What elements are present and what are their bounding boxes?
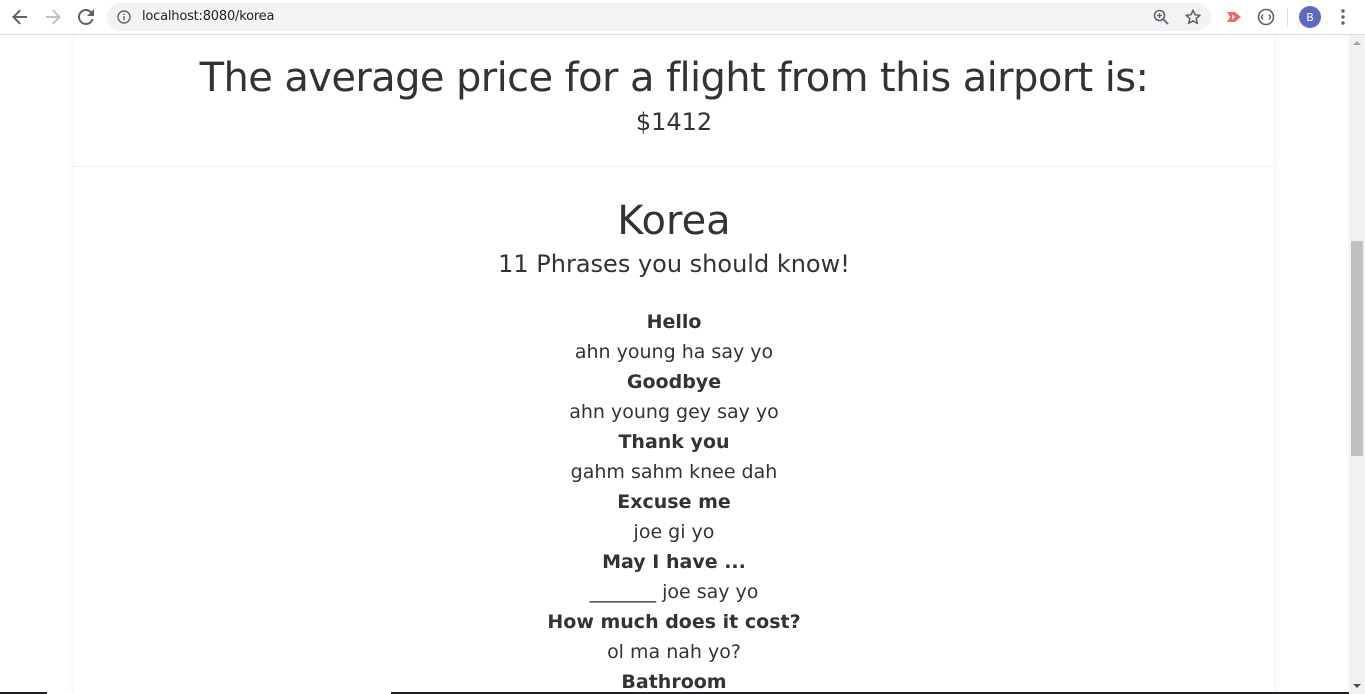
phrase-english: Goodbye [626, 371, 722, 393]
star-icon[interactable] [1185, 9, 1201, 25]
phrase-english: May I have ... [602, 551, 746, 573]
phrase-item: Thank you gahm sahm knee dah [74, 427, 1274, 487]
phrase-item: Hello ahn young ha say yo [74, 307, 1274, 367]
phrase-english: Thank you [618, 431, 730, 453]
phrase-item: Goodbye ahn young gey say yo [74, 367, 1274, 427]
browser-toolbar: localhost:8080/korea B [0, 0, 1365, 35]
back-button[interactable] [8, 5, 32, 29]
country-name: Korea [617, 198, 731, 244]
cast-icon[interactable] [1225, 8, 1243, 26]
phrase-korean: joe gi yo [633, 521, 715, 543]
phrases-subtitle: 11 Phrases you should know! [498, 250, 850, 278]
country-section: Korea 11 Phrases you should know! Hello … [74, 167, 1274, 694]
price-value: $1412 [635, 108, 713, 136]
phrase-item: Excuse me joe gi yo [74, 487, 1274, 547]
reload-button[interactable] [74, 5, 98, 29]
reload-icon [78, 9, 94, 25]
extension-icon[interactable] [1257, 8, 1275, 26]
phrase-korean: _______ joe say yo [589, 581, 759, 603]
content-card: The average price for a flight from this… [74, 35, 1274, 694]
page-viewport: The average price for a flight from this… [0, 35, 1349, 694]
phrase-korean: ahn young gey say yo [569, 401, 779, 423]
kebab-menu-icon[interactable] [1335, 8, 1351, 26]
profile-avatar[interactable]: B [1299, 6, 1321, 28]
scroll-down-arrow-icon[interactable] [1353, 684, 1361, 688]
price-section: The average price for a flight from this… [74, 35, 1274, 167]
scrollbar-thumb[interactable] [1351, 241, 1363, 456]
forward-button[interactable] [41, 5, 65, 29]
phrase-korean: ol ma nah yo? [607, 641, 741, 663]
phrase-english: Excuse me [617, 491, 731, 513]
phrase-korean: ahn young ha say yo [574, 341, 774, 363]
phrase-item: Bathroom [74, 667, 1274, 694]
info-icon[interactable] [117, 10, 131, 24]
price-heading: The average price for a flight from this… [199, 55, 1149, 101]
phrase-list: Hello ahn young ha say yo Goodbye ahn yo… [74, 307, 1274, 694]
phrase-english: Bathroom [621, 671, 727, 693]
phrase-english: Hello [646, 311, 702, 333]
phrase-item: May I have ... _______ joe say yo [74, 547, 1274, 607]
zoom-icon[interactable] [1153, 9, 1169, 25]
toolbar-divider [1287, 8, 1288, 26]
address-bar[interactable]: localhost:8080/korea [107, 3, 1211, 31]
phrase-english: How much does it cost? [547, 611, 801, 633]
url-text[interactable]: localhost:8080/korea [142, 9, 274, 24]
scroll-up-arrow-icon[interactable] [1353, 41, 1361, 45]
phrase-item: How much does it cost? ol ma nah yo? [74, 607, 1274, 667]
arrow-right-icon [46, 9, 61, 25]
phrase-korean: gahm sahm knee dah [570, 461, 778, 483]
arrow-left-icon [12, 9, 27, 25]
vertical-scrollbar[interactable] [1349, 35, 1365, 694]
